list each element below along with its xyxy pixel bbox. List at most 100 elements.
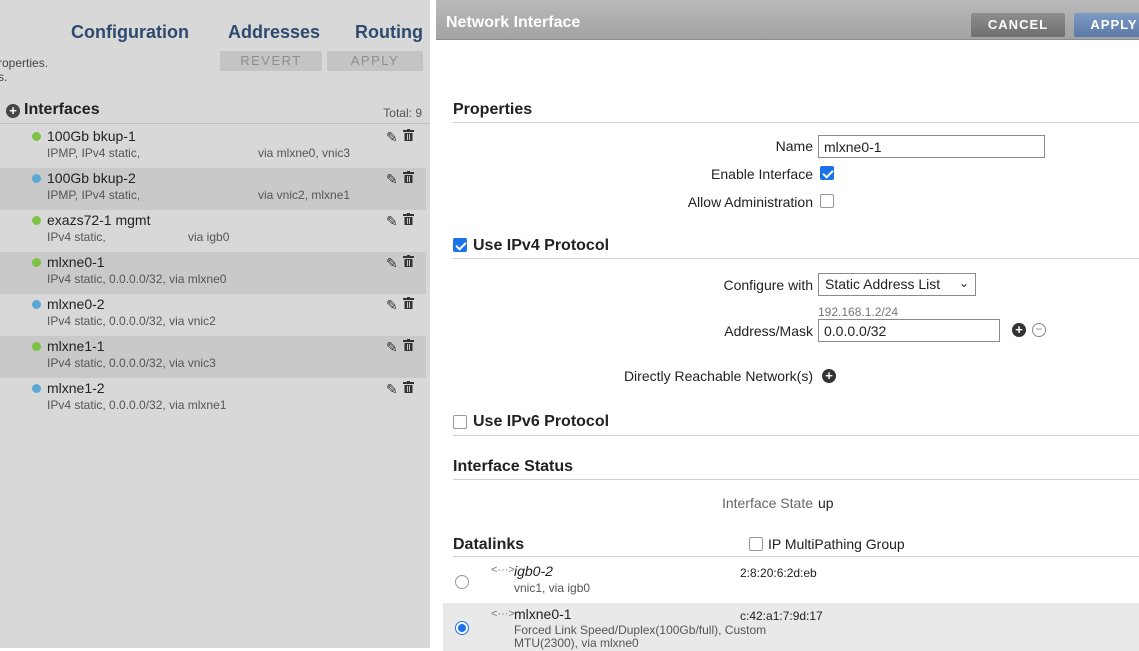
ipmp-label: IP MultiPathing Group (768, 536, 905, 552)
interface-row[interactable]: exazs72-1 mgmt IPv4 static, via igb0 ✎ (0, 210, 426, 252)
trash-icon[interactable] (403, 255, 414, 267)
tab-routing[interactable]: Routing (355, 22, 423, 43)
edit-icon[interactable]: ✎ (386, 255, 398, 272)
tab-configuration[interactable]: Configuration (71, 22, 189, 43)
interface-name: mlxne0-1 (47, 254, 105, 270)
add-network-icon[interactable]: + (822, 369, 836, 383)
datalink-description: vnic1, via igb0 (514, 581, 591, 595)
ipv4-checkbox[interactable] (453, 238, 467, 252)
divider (453, 258, 1139, 259)
interfaces-panel: Configuration Addresses Routing ropertie… (0, 0, 430, 648)
edit-icon[interactable]: ✎ (386, 171, 398, 188)
edit-icon[interactable]: ✎ (386, 381, 398, 398)
panel-toolbar: roperties. s. REVERT APPLY (0, 48, 430, 88)
divider (453, 122, 1139, 123)
configure-with-label: Configure with (723, 277, 814, 293)
ipv4-heading: Use IPv4 Protocol (473, 237, 610, 254)
interface-description: IPv4 static, 0.0.0.0/32, via vnic3 (47, 356, 216, 370)
interface-description: IPv4 static, 0.0.0.0/32, via mlxne1 (47, 398, 227, 412)
interfaces-total: Total: 9 (383, 106, 422, 120)
add-address-icon[interactable]: + (1012, 323, 1026, 337)
dialog-title: Network Interface (446, 14, 581, 31)
status-dot-icon (32, 342, 41, 351)
interface-name: 100Gb bkup-2 (47, 170, 136, 186)
trash-icon[interactable] (403, 171, 414, 183)
interface-description: IPv4 static, (47, 230, 106, 244)
trash-icon[interactable] (403, 129, 414, 141)
ipv6-heading: Use IPv6 Protocol (473, 413, 610, 430)
interface-row[interactable]: mlxne1-2 IPv4 static, 0.0.0.0/32, via mlx… (0, 378, 426, 420)
ipmp-checkbox[interactable] (749, 537, 763, 551)
datalink-arrows-icon: <···> (491, 608, 515, 620)
edit-icon[interactable]: ✎ (386, 129, 398, 146)
datalink-row[interactable]: <···> mlxne0-1 Forced Link Speed/Duplex(10… (443, 603, 1139, 651)
interface-name: exazs72-1 mgmt (47, 212, 151, 228)
interfaces-title: Interfaces (24, 101, 100, 118)
interface-status-heading: Interface Status (453, 458, 574, 475)
interface-row[interactable]: mlxne1-1 IPv4 static, 0.0.0.0/32, via vni… (0, 336, 426, 378)
datalink-arrows-icon: <···> (491, 564, 515, 576)
datalink-mac: 2:8:20:6:2d:eb (740, 566, 817, 580)
interface-row[interactable]: mlxne0-2 IPv4 static, 0.0.0.0/32, via vni… (0, 294, 426, 336)
allow-administration-label: Allow Administration (687, 194, 813, 210)
interface-via: via vnic2, mlxne1 (258, 188, 351, 202)
panel-hint-2: s. (0, 70, 8, 84)
configure-with-value: Static Address List (825, 276, 941, 292)
address-mask-label: Address/Mask (724, 323, 813, 339)
cancel-button[interactable]: CANCEL (971, 13, 1065, 37)
trash-icon[interactable] (403, 339, 414, 351)
divider (0, 123, 430, 124)
dialog-titlebar: Network Interface CANCEL APPLY (436, 0, 1139, 40)
trash-icon[interactable] (403, 213, 414, 225)
interface-name: mlxne1-2 (47, 380, 105, 396)
address-mask-field[interactable] (818, 319, 1000, 342)
status-dot-icon (32, 300, 41, 309)
panel-hint: roperties. (0, 56, 49, 70)
edit-icon[interactable]: ✎ (386, 213, 398, 230)
trash-icon[interactable] (403, 297, 414, 309)
revert-button[interactable]: REVERT (220, 51, 322, 71)
edit-icon[interactable]: ✎ (386, 297, 398, 314)
configure-with-select[interactable]: Static Address List ⌄ (818, 273, 976, 296)
address-hint: 192.168.1.2/24 (818, 305, 899, 319)
interface-via: via mlxne0, vnic3 (258, 146, 351, 160)
datalink-name: mlxne0-1 (514, 606, 572, 622)
datalink-radio[interactable] (455, 575, 469, 589)
edit-icon[interactable]: ✎ (386, 339, 398, 356)
allow-administration-checkbox[interactable] (820, 194, 834, 208)
name-field[interactable] (818, 135, 1045, 158)
interfaces-heading: + Interfaces (6, 101, 100, 119)
chevron-down-icon: ⌄ (958, 276, 969, 290)
config-tabs: Configuration Addresses Routing (0, 0, 430, 48)
tab-addresses[interactable]: Addresses (228, 22, 320, 43)
network-interface-dialog: Network Interface CANCEL APPLY Propertie… (436, 0, 1139, 651)
apply-button-left[interactable]: APPLY (327, 51, 423, 71)
trash-icon[interactable] (403, 381, 414, 393)
interface-row[interactable]: 100Gb bkup-1 IPMP, IPv4 static, via mlxne0… (0, 126, 426, 168)
divider (453, 479, 1139, 480)
interface-row[interactable]: 100Gb bkup-2 IPMP, IPv4 static, via vnic2,… (0, 168, 426, 210)
interface-name: mlxne0-2 (47, 296, 105, 312)
remove-address-icon[interactable]: − (1032, 323, 1046, 337)
datalink-radio[interactable] (455, 621, 469, 635)
name-label: Name (775, 138, 813, 154)
interface-via: via igb0 (188, 230, 230, 244)
datalink-name: igb0-2 (514, 563, 553, 579)
status-dot-icon (32, 132, 41, 141)
interface-description: IPMP, IPv4 static, (47, 188, 141, 202)
apply-button[interactable]: APPLY (1074, 13, 1139, 37)
interface-name: 100Gb bkup-1 (47, 128, 136, 144)
datalink-description: Forced Link Speed/Duplex(100Gb/full), Cu… (514, 623, 767, 637)
status-dot-icon (32, 258, 41, 267)
properties-heading: Properties (453, 101, 533, 118)
status-dot-icon (32, 384, 41, 393)
divider (453, 556, 1139, 557)
interface-state-label: Interface State (721, 495, 813, 511)
interface-description: IPMP, IPv4 static, (47, 146, 141, 160)
add-interface-icon[interactable]: + (6, 104, 20, 118)
interface-description: IPv4 static, 0.0.0.0/32, via vnic2 (47, 314, 216, 328)
datalink-row[interactable]: <···> igb0-2 vnic1, via igb0 2:8:20:6:2d:eb (443, 563, 1139, 603)
ipv6-checkbox[interactable] (453, 415, 467, 429)
enable-interface-checkbox[interactable] (820, 166, 834, 180)
interface-row[interactable]: mlxne0-1 IPv4 static, 0.0.0.0/32, via mlx… (0, 252, 426, 294)
